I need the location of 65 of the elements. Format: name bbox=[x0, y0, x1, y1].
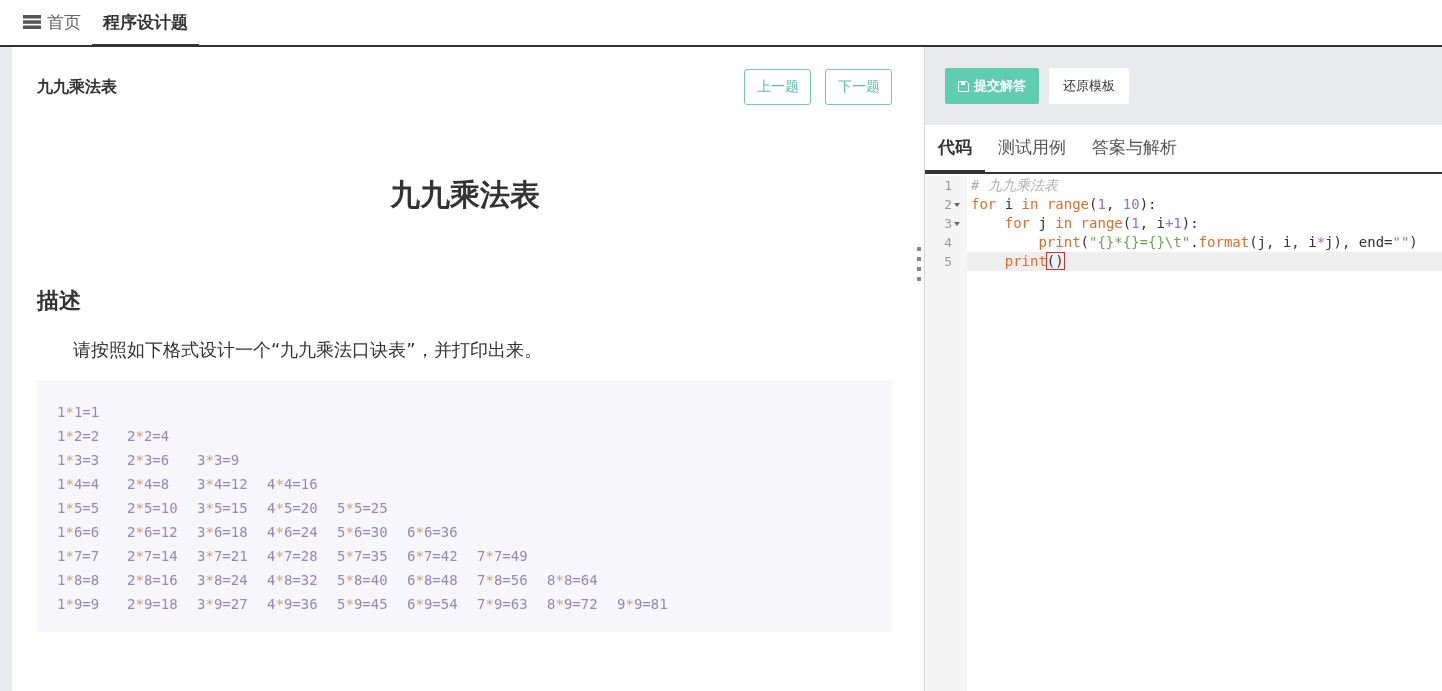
output-entry: 6*6=36 bbox=[407, 523, 459, 542]
output-entry: 4*4=16 bbox=[267, 475, 319, 494]
problem-title: 九九乘法表 bbox=[37, 76, 117, 98]
output-entry: 2*9=18 bbox=[127, 595, 179, 614]
output-entry: 2*4=8 bbox=[127, 475, 171, 494]
output-entry: 2*8=16 bbox=[127, 571, 179, 590]
code-line: for i in range(1, 10): bbox=[970, 195, 1158, 214]
output-entry: 8*9=72 bbox=[547, 595, 599, 614]
output-entry: 1*1=1 bbox=[57, 403, 101, 422]
output-entry: 1*5=5 bbox=[57, 499, 101, 518]
output-entry: 1*2=2 bbox=[57, 427, 101, 446]
save-icon bbox=[958, 80, 969, 92]
output-entry: 9*9=81 bbox=[617, 595, 669, 614]
output-entry: 3*8=24 bbox=[197, 571, 249, 590]
output-entry: 2*6=12 bbox=[127, 523, 179, 542]
output-entry: 5*9=45 bbox=[337, 595, 389, 614]
output-entry: 3*6=18 bbox=[197, 523, 249, 542]
output-entry: 5*8=40 bbox=[337, 571, 389, 590]
output-entry: 6*7=42 bbox=[407, 547, 459, 566]
output-entry: 1*9=9 bbox=[57, 595, 101, 614]
line-number: 5 bbox=[944, 253, 952, 271]
output-entry: 7*8=56 bbox=[477, 571, 529, 590]
output-entry: 4*8=32 bbox=[267, 571, 319, 590]
output-entry: 2*3=6 bbox=[127, 451, 171, 470]
output-entry: 6*8=48 bbox=[407, 571, 459, 590]
code-line: for j in range(1, i+1): bbox=[1003, 214, 1200, 233]
output-entry: 2*2=4 bbox=[127, 427, 171, 446]
line-number: 1 bbox=[944, 177, 952, 195]
section-heading: 描述 bbox=[37, 287, 82, 315]
problem-heading: 九九乘法表 bbox=[388, 176, 541, 214]
output-entry: 7*7=49 bbox=[477, 547, 529, 566]
output-entry: 5*5=25 bbox=[337, 499, 389, 518]
output-entry: 6*9=54 bbox=[407, 595, 459, 614]
output-entry: 1*7=7 bbox=[57, 547, 101, 566]
output-entry: 5*7=35 bbox=[337, 547, 389, 566]
output-entry: 3*9=27 bbox=[197, 595, 249, 614]
editor-tab[interactable]: 答案与解析 bbox=[1079, 125, 1190, 174]
description-text: 请按照如下格式设计一个“九九乘法口诀表”，并打印出来。 bbox=[72, 338, 543, 362]
output-entry: 3*3=9 bbox=[197, 451, 241, 470]
output-entry: 2*7=14 bbox=[127, 547, 179, 566]
output-entry: 5*6=30 bbox=[337, 523, 389, 542]
output-entry: 1*6=6 bbox=[57, 523, 101, 542]
output-entry: 4*7=28 bbox=[267, 547, 319, 566]
output-entry: 1*8=8 bbox=[57, 571, 101, 590]
output-entry: 8*8=64 bbox=[547, 571, 599, 590]
output-entry: 3*5=15 bbox=[197, 499, 249, 518]
reset-button[interactable]: 还原模板 bbox=[1049, 68, 1129, 104]
list-icon bbox=[23, 15, 41, 29]
line-number: 2 bbox=[944, 196, 952, 214]
nav-tab[interactable]: 首页 bbox=[12, 0, 92, 47]
line-number: 4 bbox=[944, 234, 952, 252]
output-entry: 1*3=3 bbox=[57, 451, 101, 470]
output-entry: 4*9=36 bbox=[267, 595, 319, 614]
output-entry: 3*7=21 bbox=[197, 547, 249, 566]
output-entry: 4*6=24 bbox=[267, 523, 319, 542]
splitter-handle-icon[interactable] bbox=[917, 247, 921, 281]
line-number: 3 bbox=[944, 215, 952, 233]
output-entry: 3*4=12 bbox=[197, 475, 249, 494]
output-entry: 4*5=20 bbox=[267, 499, 319, 518]
code-line: # 九九乘法表 bbox=[970, 176, 1060, 195]
code-line: print("{}*{}={}\t".format(j, i, i*j), end="") bbox=[1037, 233, 1419, 252]
output-entry: 1*4=4 bbox=[57, 475, 101, 494]
output-entry: 2*5=10 bbox=[127, 499, 179, 518]
output-entry: 7*9=63 bbox=[477, 595, 529, 614]
editor-tab[interactable]: 测试用例 bbox=[985, 125, 1079, 174]
